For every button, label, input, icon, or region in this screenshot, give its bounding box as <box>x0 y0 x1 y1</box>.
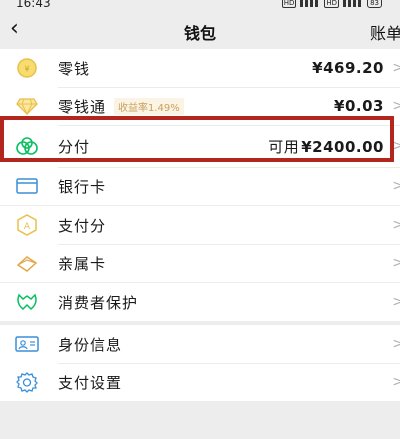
settings-gear-icon <box>14 372 40 393</box>
status-time: 16:43 <box>16 0 51 10</box>
id-info-icon <box>14 334 40 354</box>
bank-card-label: 银行卡 <box>58 177 107 196</box>
fenfu-available-amount: ¥2400.00 <box>301 137 384 156</box>
lqt-label: 零钱通 <box>58 97 107 116</box>
chevron-right-icon: > <box>392 255 400 271</box>
diamond-icon <box>14 96 40 116</box>
payment-settings-row[interactable]: 支付设置 > <box>0 363 400 401</box>
chevron-right-icon: > <box>392 294 400 310</box>
chevron-right-icon: > <box>392 60 400 76</box>
consumer-protection-row[interactable]: 消费者保护 > <box>0 283 400 321</box>
coin-icon: ¥ <box>14 58 40 78</box>
wallet-balance-group: ¥ 零钱 ¥469.20 > 零钱通 收益率1.49% ¥0.03 > 分付 可… <box>0 49 400 205</box>
payment-settings-label: 支付设置 <box>58 373 123 392</box>
family-card-row[interactable]: 亲属卡 > <box>0 244 400 282</box>
svg-text:¥: ¥ <box>24 65 29 74</box>
pay-score-icon: A <box>14 214 40 236</box>
pay-score-row[interactable]: A 支付分 > <box>0 206 400 244</box>
chevron-right-icon: > <box>392 336 400 352</box>
family-card-icon <box>14 253 40 273</box>
pay-score-label: 支付分 <box>58 216 107 235</box>
chevron-right-icon: > <box>392 178 400 194</box>
family-card-label: 亲属卡 <box>58 254 107 273</box>
consumer-protection-label: 消费者保护 <box>58 293 139 312</box>
fenfu-label: 分付 <box>58 137 91 156</box>
change-row[interactable]: ¥ 零钱 ¥469.20 > <box>0 49 400 87</box>
lqt-balance: ¥0.03 <box>334 97 384 115</box>
credit-group: A 支付分 > 亲属卡 > <box>0 206 400 282</box>
fenfu-available: 可用 ¥2400.00 <box>268 136 384 157</box>
bank-card-icon <box>14 176 40 196</box>
fenfu-available-prefix: 可用 <box>268 137 300 156</box>
battery-icon: 83 <box>367 0 382 8</box>
bank-card-row[interactable]: 银行卡 > <box>0 167 400 205</box>
svg-text:A: A <box>24 222 31 232</box>
lqt-row[interactable]: 零钱通 收益率1.49% ¥0.03 > <box>0 87 400 125</box>
change-balance: ¥469.20 <box>312 59 384 77</box>
status-icons: HD HD 83 <box>281 0 382 8</box>
change-label: 零钱 <box>58 59 91 78</box>
chevron-right-icon: > <box>392 217 400 233</box>
chevron-right-icon: > <box>392 374 400 390</box>
network-hd-badge-2: HD <box>324 0 340 8</box>
page-title: 钱包 <box>183 24 216 43</box>
yield-rate-badge: 收益率1.49% <box>114 97 184 115</box>
chevron-right-icon: > <box>392 98 400 114</box>
fenfu-icon <box>14 136 40 156</box>
status-bar: 16:43 HD HD 83 <box>0 0 400 10</box>
protection-group: 消费者保护 > <box>0 283 400 321</box>
bill-button[interactable]: 账单 <box>370 20 400 44</box>
fenfu-row[interactable]: 分付 可用 ¥2400.00 > <box>0 125 400 167</box>
id-info-label: 身份信息 <box>58 335 123 354</box>
account-group: 身份信息 > 支付设置 > <box>0 325 400 401</box>
signal-icon <box>300 0 321 7</box>
nav-bar: ‹ 钱包 账单 <box>0 10 400 52</box>
consumer-protection-icon <box>14 292 40 312</box>
signal-icon-2 <box>343 0 364 7</box>
id-info-row[interactable]: 身份信息 > <box>0 325 400 363</box>
chevron-right-icon: > <box>392 138 400 154</box>
network-hd-badge: HD <box>281 0 297 8</box>
